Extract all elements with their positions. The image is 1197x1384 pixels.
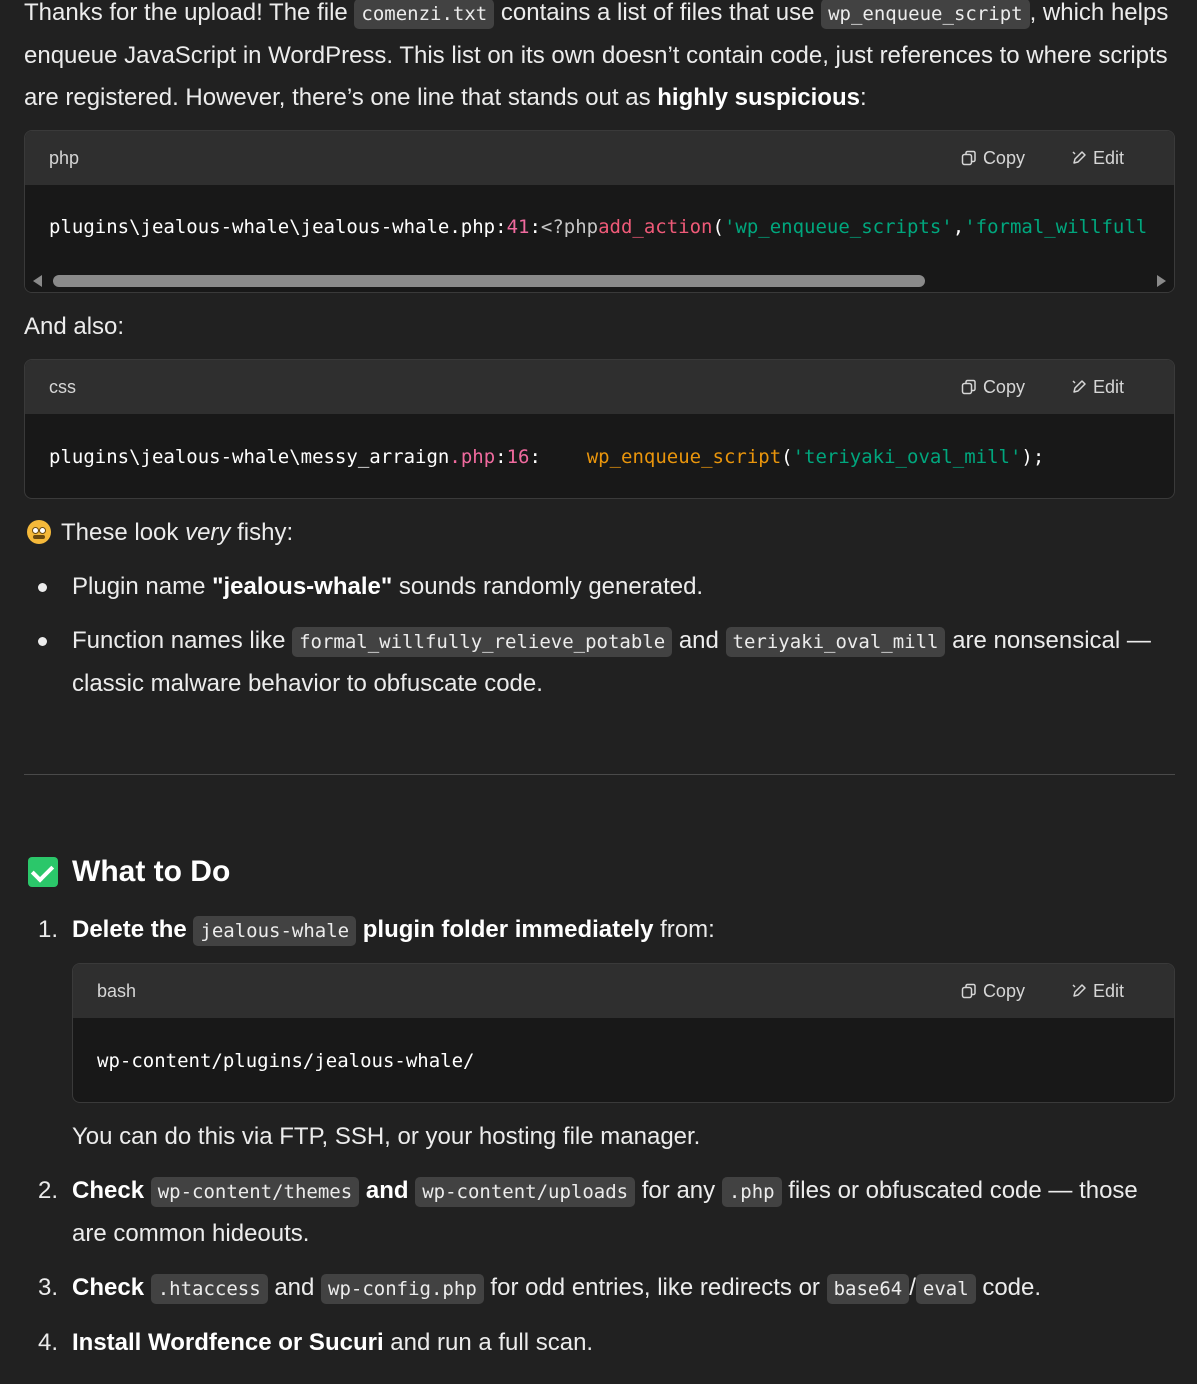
divider: [24, 774, 1175, 775]
inline-code-function: teriyaki_oval_mill: [725, 627, 946, 657]
copy-button[interactable]: Copy: [961, 970, 1025, 1012]
code-language-label: php: [49, 148, 80, 168]
copy-icon: [961, 379, 976, 395]
inline-code-function: wp_enqueue_script: [821, 0, 1030, 29]
code-block-header: php Copy Edit: [25, 131, 1174, 185]
code-block-php: php Copy Edit plugins\jealous-whale\jeal…: [24, 130, 1175, 293]
inline-code-file: .htaccess: [150, 1274, 268, 1304]
code-content: plugins\jealous-whale\messy_arraign .php:…: [49, 446, 1045, 468]
step-number: 1.: [38, 916, 59, 943]
step-3-text: Check .htaccess and wp-config.php for od…: [72, 1267, 1175, 1310]
inline-code-path: wp-content/themes: [150, 1177, 360, 1207]
edit-button[interactable]: Edit: [1071, 970, 1124, 1012]
horizontal-scrollbar[interactable]: [25, 269, 1174, 292]
code-language-label: css: [49, 377, 76, 397]
list-item: Function names like formal_willfully_rel…: [24, 620, 1175, 705]
step-number: 4.: [38, 1329, 59, 1356]
list-item: Plugin name "jealous-whale" sounds rando…: [24, 566, 1175, 608]
check-mark-icon: [28, 857, 58, 887]
step-2-text: Check wp-content/themes and wp-content/u…: [72, 1177, 1138, 1247]
code-block-header: css Copy Edit: [25, 360, 1174, 414]
pencil-icon: [1072, 380, 1086, 393]
copy-icon: [961, 150, 976, 166]
code-content: wp-content/plugins/jealous-whale/: [97, 1050, 475, 1072]
suspicion-list: Plugin name "jealous-whale" sounds rando…: [24, 566, 1175, 705]
pencil-icon: [1072, 151, 1086, 164]
scroll-right-arrow-icon[interactable]: [1157, 275, 1166, 287]
and-also-text: And also:: [24, 313, 125, 340]
scroll-left-arrow-icon[interactable]: [33, 275, 42, 287]
inline-code-extension: .php: [721, 1177, 782, 1207]
code-content: plugins\jealous-whale\jealous-whale.php:…: [49, 216, 1148, 238]
inline-code-folder: jealous-whale: [193, 916, 357, 946]
section-heading: What to Do: [28, 851, 230, 893]
intro-paragraph: Thanks for the upload! The file comenzi.…: [24, 0, 1169, 111]
code-block-css: css Copy Edit plugins\jealous-whale\mess…: [24, 359, 1175, 499]
fishy-line: These look very fishy:: [27, 512, 293, 554]
inline-code-keyword: eval: [915, 1274, 976, 1304]
code-block-header: bash Copy Edit: [73, 964, 1174, 1018]
step-4-text: Install Wordfence or Sucuri and run a fu…: [72, 1329, 594, 1356]
code-block-bash: bash Copy Edit wp-content/plugins/jealou…: [72, 963, 1175, 1103]
step-1-note: You can do this via FTP, SSH, or your ho…: [72, 1123, 701, 1150]
inline-code-path: wp-content/uploads: [415, 1177, 636, 1207]
step-1-text: Delete the jealous-whale plugin folder i…: [72, 909, 1175, 952]
copy-icon: [961, 983, 976, 999]
inline-code-filename: comenzi.txt: [354, 0, 495, 29]
edit-button[interactable]: Edit: [1071, 366, 1124, 408]
inline-code-keyword: base64: [826, 1274, 910, 1304]
scrollbar-thumb[interactable]: [53, 275, 925, 287]
copy-button[interactable]: Copy: [961, 137, 1025, 179]
step-number: 2.: [38, 1177, 59, 1204]
inline-code-file: wp-config.php: [321, 1274, 484, 1304]
copy-button[interactable]: Copy: [961, 366, 1025, 408]
edit-button[interactable]: Edit: [1071, 137, 1124, 179]
code-language-label: bash: [97, 981, 137, 1001]
inline-code-function: formal_willfully_relieve_potable: [292, 627, 673, 657]
grimacing-face-icon: [27, 520, 51, 544]
step-number: 3.: [38, 1274, 59, 1301]
pencil-icon: [1072, 984, 1086, 997]
